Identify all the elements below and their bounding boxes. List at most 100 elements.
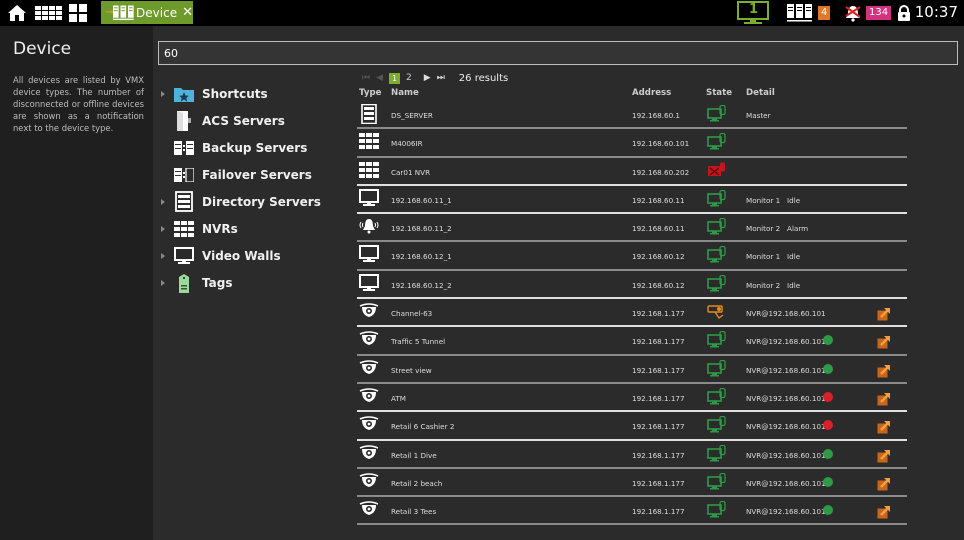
layout-grid-icon[interactable] bbox=[68, 2, 88, 24]
tree-item-tags[interactable]: Tags bbox=[158, 269, 353, 296]
device-name: Retail 3 Tees bbox=[391, 507, 437, 517]
page-2-button[interactable]: 2 bbox=[406, 73, 412, 83]
device-detail: Monitor 1 Idle bbox=[746, 252, 801, 262]
camera-icon bbox=[359, 302, 379, 322]
device-address: 192.168.1.177 bbox=[632, 393, 685, 403]
device-name: Retail 1 Dive bbox=[391, 450, 437, 460]
door-icon bbox=[173, 110, 195, 132]
open-external-icon[interactable] bbox=[877, 448, 891, 463]
open-external-icon[interactable] bbox=[877, 419, 891, 434]
expand-arrow-icon[interactable] bbox=[161, 252, 165, 259]
video-wall-icon[interactable] bbox=[34, 2, 64, 24]
open-external-icon[interactable] bbox=[877, 334, 891, 349]
device-alert-badge[interactable]: 4 bbox=[818, 6, 831, 20]
tree-item-label: Video Walls bbox=[202, 248, 281, 263]
table-row[interactable]: ATM 192.168.1.177 NVR@192.168.60.101 bbox=[357, 384, 907, 413]
column-state[interactable]: State bbox=[706, 88, 732, 98]
alarm-muted-icon[interactable] bbox=[842, 2, 864, 24]
open-external-icon[interactable] bbox=[877, 363, 891, 378]
device-name: 192.168.60.11_2 bbox=[391, 224, 452, 234]
table-row[interactable]: 192.168.60.12_2 192.168.60.12 Monitor 2 Id… bbox=[357, 271, 907, 300]
tree-item-shortcuts[interactable]: Shortcuts bbox=[158, 80, 353, 107]
folder-star-icon bbox=[173, 83, 195, 105]
open-external-icon[interactable] bbox=[877, 306, 891, 321]
expand-arrow-icon[interactable] bbox=[161, 225, 165, 232]
table-row[interactable]: 192.168.60.11_2 192.168.60.11 Monitor 2 Al… bbox=[357, 214, 907, 243]
open-external-icon[interactable] bbox=[877, 391, 891, 406]
device-detail: NVR@192.168.60.101 bbox=[746, 309, 826, 319]
camera-icon bbox=[359, 500, 379, 520]
column-type[interactable]: Type bbox=[359, 88, 381, 98]
expand-arrow-icon[interactable] bbox=[161, 279, 165, 286]
online-status-icon bbox=[707, 359, 727, 380]
device-detail: NVR@192.168.60.101 bbox=[746, 393, 826, 403]
table-row[interactable]: 192.168.60.12_1 192.168.60.12 Monitor 1 Id… bbox=[357, 242, 907, 271]
device-name: Street view bbox=[391, 365, 432, 375]
expand-arrow-icon[interactable] bbox=[161, 198, 165, 205]
close-tab-icon[interactable]: ✕ bbox=[182, 5, 193, 20]
column-detail[interactable]: Detail bbox=[746, 88, 775, 98]
table-row[interactable]: Street view 192.168.1.177 NVR@192.168.60.1… bbox=[357, 356, 907, 384]
online-status-icon bbox=[707, 387, 727, 408]
online-status-icon bbox=[707, 104, 727, 125]
device-detail: NVR@192.168.60.101 bbox=[746, 337, 826, 347]
device-address: 192.168.60.12 bbox=[632, 252, 685, 262]
tree-item-label: Backup Servers bbox=[202, 140, 308, 155]
top-bar: ⊸ Device ✕ 1 4 134 10:37 bbox=[0, 0, 964, 26]
tree-item-directory-servers[interactable]: Directory Servers bbox=[158, 188, 353, 215]
table-row[interactable]: Retail 2 beach 192.168.1.177 NVR@192.168.6… bbox=[357, 469, 907, 498]
page-1-button[interactable]: 1 bbox=[389, 72, 401, 84]
device-name: 192.168.60.11_1 bbox=[391, 195, 452, 205]
table-row[interactable]: 192.168.60.11_1 192.168.60.11 Monitor 1 Id… bbox=[357, 186, 907, 215]
monitor-selector[interactable]: 1 bbox=[736, 1, 770, 25]
table-row[interactable]: M4006IR 192.168.60.101 bbox=[357, 129, 907, 158]
table-row[interactable]: Channel-63 192.168.1.177 NVR@192.168.60.10… bbox=[357, 299, 907, 328]
column-address[interactable]: Address bbox=[632, 88, 671, 98]
tree-item-label: NVRs bbox=[202, 221, 238, 236]
online-status-icon bbox=[707, 416, 727, 436]
camera-icon bbox=[359, 415, 379, 435]
open-external-icon[interactable] bbox=[877, 476, 891, 491]
monitor-number: 1 bbox=[749, 2, 759, 17]
search-input[interactable] bbox=[158, 41, 958, 65]
table-row[interactable]: Retail 3 Tees 192.168.1.177 NVR@192.168.60… bbox=[357, 497, 907, 526]
tree-item-failover-servers[interactable]: Failover Servers bbox=[158, 161, 353, 188]
tab-device[interactable]: ⊸ Device ✕ bbox=[101, 1, 193, 24]
device-detail: NVR@192.168.60.101 bbox=[746, 450, 826, 460]
table-row[interactable]: Traffic 5 Tunnel 192.168.1.177 NVR@192.168… bbox=[357, 327, 907, 356]
green-status-dot bbox=[823, 505, 833, 516]
camera-icon bbox=[359, 359, 379, 379]
last-page-icon[interactable]: ⏭ bbox=[437, 73, 445, 83]
alarm-count-badge[interactable]: 134 bbox=[866, 6, 892, 20]
open-external-icon[interactable] bbox=[877, 504, 891, 519]
table-row[interactable]: Retail 6 Cashier 2 192.168.1.177 NVR@192.1… bbox=[357, 412, 907, 441]
tree-item-nvrs[interactable]: NVRs bbox=[158, 215, 353, 242]
device-name: Car01 NVR bbox=[391, 167, 431, 177]
online-status-icon bbox=[707, 331, 727, 351]
column-name[interactable]: Name bbox=[391, 88, 419, 98]
devices-status-icon[interactable] bbox=[787, 2, 813, 24]
camera-warning-status-icon bbox=[707, 303, 727, 323]
prev-page-icon[interactable]: ◀ bbox=[376, 73, 383, 83]
expand-arrow-icon[interactable] bbox=[161, 90, 165, 97]
red-status-dot bbox=[823, 420, 833, 431]
device-address: 192.168.1.177 bbox=[632, 478, 685, 488]
lock-icon[interactable] bbox=[896, 2, 912, 24]
home-icon[interactable] bbox=[6, 2, 28, 24]
tree-item-video-walls[interactable]: Video Walls bbox=[158, 242, 353, 269]
device-name: 192.168.60.12_2 bbox=[391, 280, 452, 290]
server-icon bbox=[359, 103, 379, 125]
online-status-icon bbox=[707, 472, 727, 493]
results-count: 26 results bbox=[458, 72, 509, 84]
table-row[interactable]: DS_SERVER 192.168.60.1 Master bbox=[357, 101, 907, 130]
camera-icon bbox=[359, 444, 379, 464]
tree-item-backup-servers[interactable]: Backup Servers bbox=[158, 134, 353, 161]
table-row[interactable]: Retail 1 Dive 192.168.1.177 NVR@192.168.60… bbox=[357, 441, 907, 469]
tree-item-acs-servers[interactable]: ACS Servers bbox=[158, 107, 353, 134]
green-status-dot bbox=[823, 476, 833, 487]
next-page-icon[interactable]: ▶ bbox=[424, 73, 431, 83]
first-page-icon[interactable]: ⏮ bbox=[362, 73, 370, 83]
alarm-bell-icon bbox=[359, 217, 379, 237]
table-row[interactable]: Car01 NVR 192.168.60.202 bbox=[357, 158, 907, 186]
device-name: Traffic 5 Tunnel bbox=[391, 337, 446, 347]
